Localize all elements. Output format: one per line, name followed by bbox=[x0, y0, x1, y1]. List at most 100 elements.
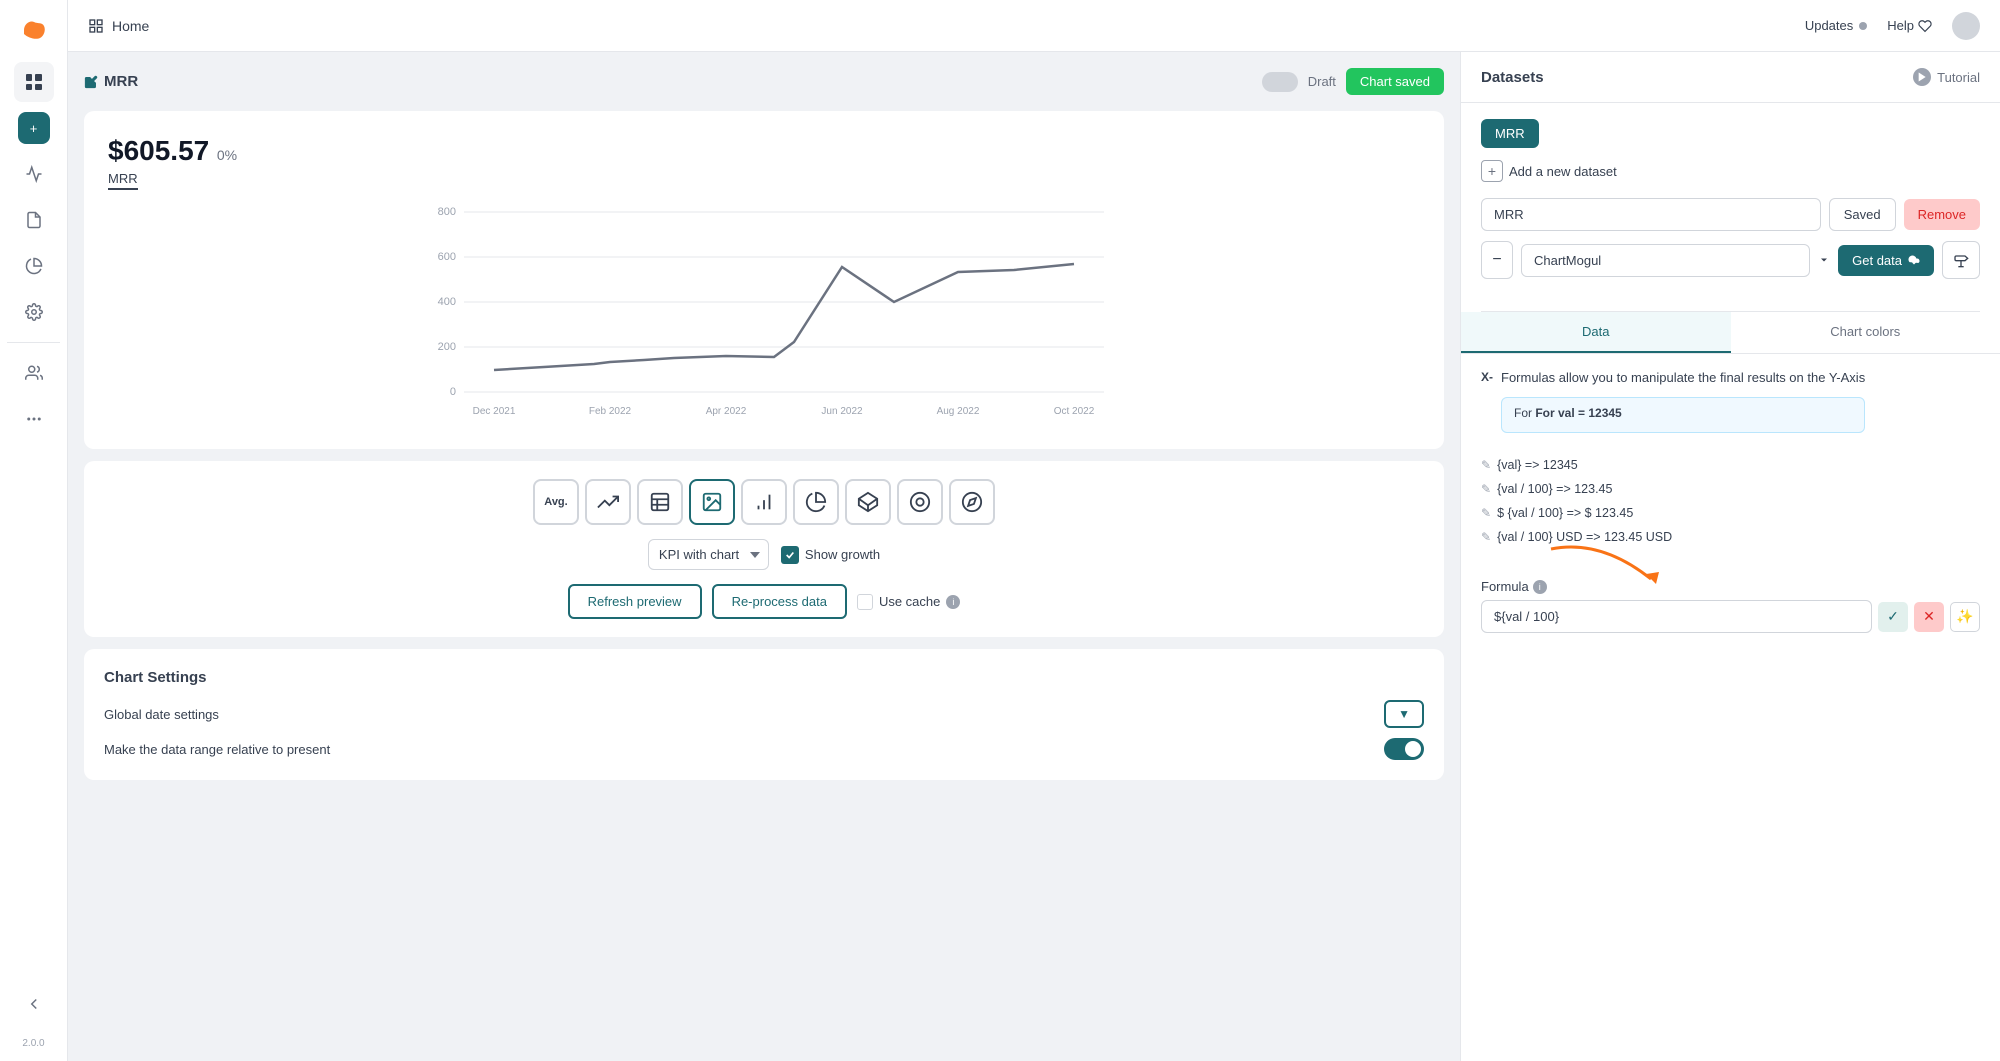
dataset-name-input[interactable] bbox=[1481, 198, 1821, 231]
dataset-remove-button[interactable]: Remove bbox=[1904, 199, 1980, 230]
topnav-right: Updates Help bbox=[1805, 12, 1980, 40]
tab-data[interactable]: Data bbox=[1461, 312, 1731, 353]
global-date-button[interactable]: ▼ bbox=[1384, 700, 1424, 728]
formula-for: For For val = 12345 bbox=[1514, 406, 1852, 420]
tutorial-label: Tutorial bbox=[1937, 70, 1980, 85]
svg-text:Apr 2022: Apr 2022 bbox=[706, 406, 747, 417]
main-content: Home Updates Help MRR bbox=[68, 0, 2000, 1061]
chart-visualization: 800 600 400 200 0 Dec 2021 Feb 2022 Apr … bbox=[108, 202, 1420, 425]
dataset-chip-mrr[interactable]: MRR bbox=[1481, 119, 1539, 148]
relative-date-label: Make the data range relative to present bbox=[104, 742, 330, 757]
chart-type-avg[interactable]: Avg. bbox=[533, 479, 579, 525]
get-data-label: Get data bbox=[1852, 253, 1902, 268]
chart-type-table[interactable] bbox=[637, 479, 683, 525]
sidebar-item-plugin[interactable] bbox=[14, 200, 54, 240]
chart-settings-title: Chart Settings bbox=[104, 669, 1424, 686]
chart-type-trend[interactable] bbox=[585, 479, 631, 525]
dataset-saved-button[interactable]: Saved bbox=[1829, 198, 1896, 231]
draft-toggle[interactable] bbox=[1262, 72, 1298, 92]
formula-input[interactable] bbox=[1481, 600, 1872, 633]
home-link[interactable]: Home bbox=[88, 18, 149, 34]
grid-icon bbox=[88, 18, 104, 34]
sidebar-add-button[interactable]: + bbox=[18, 112, 50, 144]
chart-row2: KPI with chart Show growth bbox=[648, 539, 880, 570]
sidebar-item-settings[interactable] bbox=[14, 292, 54, 332]
chart-settings: Chart Settings Global date settings ▼ Ma… bbox=[84, 649, 1444, 780]
draft-label: Draft bbox=[1308, 74, 1336, 89]
formula-input-row: ✓ ✕ ✨ bbox=[1481, 600, 1980, 633]
pencil-icon-2: ✎ bbox=[1481, 482, 1491, 496]
topnav: Home Updates Help bbox=[68, 0, 2000, 52]
formula-cancel-button[interactable]: ✕ bbox=[1914, 602, 1944, 632]
tutorial-button[interactable]: Tutorial bbox=[1913, 68, 1980, 86]
chart-subtitle: MRR bbox=[108, 171, 138, 190]
source-right-controls bbox=[1818, 254, 1830, 266]
svg-text:Jun 2022: Jun 2022 bbox=[821, 406, 863, 417]
dataset-name-row: Saved Remove bbox=[1481, 198, 1980, 231]
chart-title: MRR bbox=[84, 73, 138, 90]
svg-text:200: 200 bbox=[438, 341, 456, 353]
datasets-title: Datasets bbox=[1481, 69, 1544, 86]
global-date-label: Global date settings bbox=[104, 707, 219, 722]
svg-text:Aug 2022: Aug 2022 bbox=[937, 406, 980, 417]
left-panel: MRR Draft Chart saved $605.57 0% MRR bbox=[68, 52, 1460, 1061]
content-area: MRR Draft Chart saved $605.57 0% MRR bbox=[68, 52, 2000, 1061]
formula-row: Formula i ✓ ✕ ✨ bbox=[1481, 579, 1980, 633]
help-link[interactable]: Help bbox=[1887, 18, 1932, 33]
chart-value-row: $605.57 0% bbox=[108, 135, 1420, 167]
svg-text:600: 600 bbox=[438, 251, 456, 263]
relative-date-toggle[interactable] bbox=[1384, 738, 1424, 760]
chart-type-bar[interactable] bbox=[741, 479, 787, 525]
formula-confirm-button[interactable]: ✓ bbox=[1878, 602, 1908, 632]
reprocess-data-button[interactable]: Re-process data bbox=[712, 584, 847, 619]
add-icon: + bbox=[1481, 160, 1503, 182]
svg-text:0: 0 bbox=[450, 386, 456, 398]
right-panel-header: Datasets Tutorial bbox=[1461, 52, 2000, 103]
get-data-button[interactable]: Get data bbox=[1838, 245, 1934, 276]
chart-type-image[interactable] bbox=[689, 479, 735, 525]
chart-type-compass[interactable] bbox=[949, 479, 995, 525]
cache-checkbox[interactable] bbox=[857, 594, 873, 610]
sidebar-collapse[interactable] bbox=[14, 984, 54, 1024]
example-3: ✎ $ {val / 100} => $ 123.45 bbox=[1481, 501, 1980, 525]
svg-text:Feb 2022: Feb 2022 bbox=[589, 406, 632, 417]
sidebar-item-users[interactable] bbox=[14, 353, 54, 393]
chart-type-3d[interactable] bbox=[845, 479, 891, 525]
source-select[interactable]: ChartMogul bbox=[1521, 244, 1810, 277]
example-1: ✎ {val} => 12345 bbox=[1481, 453, 1980, 477]
cache-info-icon[interactable]: i bbox=[946, 595, 960, 609]
sidebar-item-more[interactable] bbox=[14, 399, 54, 439]
tab-row: Data Chart colors bbox=[1461, 312, 2000, 354]
chart-value: $605.57 bbox=[108, 135, 209, 166]
add-dataset-button[interactable]: + Add a new dataset bbox=[1481, 160, 1980, 182]
sidebar-item-pie[interactable] bbox=[14, 246, 54, 286]
chart-saved-button[interactable]: Chart saved bbox=[1346, 68, 1444, 95]
updates-label: Updates bbox=[1805, 18, 1853, 33]
sidebar-item-analytics[interactable] bbox=[14, 154, 54, 194]
x-axis-row: X- Formulas allow you to manipulate the … bbox=[1481, 370, 1980, 441]
chart-type-donut[interactable] bbox=[897, 479, 943, 525]
datasets-body: MRR + Add a new dataset Saved Remove − C… bbox=[1461, 103, 2000, 311]
tab-chart-colors[interactable]: Chart colors bbox=[1731, 312, 2000, 353]
sidebar: + 2.0.0 bbox=[0, 0, 68, 1061]
plugin-button[interactable] bbox=[1942, 241, 1980, 279]
refresh-preview-button[interactable]: Refresh preview bbox=[568, 584, 702, 619]
updates-link[interactable]: Updates bbox=[1805, 18, 1867, 33]
tutorial-icon bbox=[1913, 68, 1931, 86]
sidebar-item-grid[interactable] bbox=[14, 62, 54, 102]
show-growth-toggle[interactable]: Show growth bbox=[781, 546, 880, 564]
formula-magic-button[interactable]: ✨ bbox=[1950, 602, 1980, 632]
updates-indicator bbox=[1859, 22, 1867, 30]
chart-type-pie[interactable] bbox=[793, 479, 839, 525]
chart-type-select[interactable]: KPI with chart bbox=[648, 539, 769, 570]
user-avatar[interactable] bbox=[1952, 12, 1980, 40]
plug-icon bbox=[1953, 252, 1969, 268]
cache-label: Use cache bbox=[879, 594, 940, 609]
pencil-icon-4: ✎ bbox=[1481, 530, 1491, 544]
formula-example-box: For For val = 12345 bbox=[1501, 397, 1865, 433]
pencil-icon-3: ✎ bbox=[1481, 506, 1491, 520]
show-growth-checkbox[interactable] bbox=[781, 546, 799, 564]
formula-info-icon[interactable]: i bbox=[1533, 580, 1547, 594]
show-growth-label: Show growth bbox=[805, 547, 880, 562]
minus-button[interactable]: − bbox=[1481, 241, 1513, 279]
